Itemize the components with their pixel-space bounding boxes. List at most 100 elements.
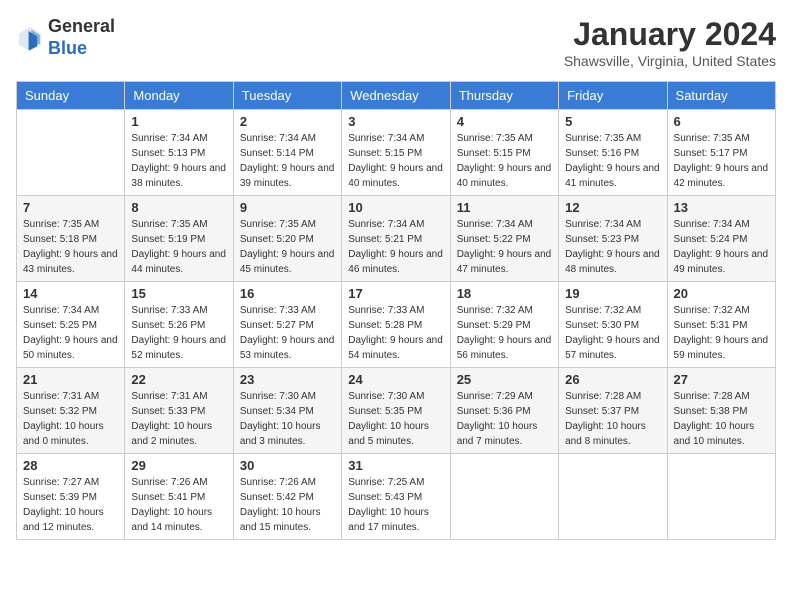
day-info: Sunrise: 7:34 AMSunset: 5:25 PMDaylight:… <box>23 305 118 361</box>
day-cell: 12 Sunrise: 7:34 AMSunset: 5:23 PMDaylig… <box>559 196 667 282</box>
day-info: Sunrise: 7:35 AMSunset: 5:19 PMDaylight:… <box>131 219 226 275</box>
month-title: January 2024 <box>564 16 776 53</box>
day-info: Sunrise: 7:32 AMSunset: 5:29 PMDaylight:… <box>457 305 552 361</box>
day-number: 25 <box>457 372 552 387</box>
day-cell: 10 Sunrise: 7:34 AMSunset: 5:21 PMDaylig… <box>342 196 450 282</box>
day-cell: 23 Sunrise: 7:30 AMSunset: 5:34 PMDaylig… <box>233 368 341 454</box>
day-info: Sunrise: 7:27 AMSunset: 5:39 PMDaylight:… <box>23 477 104 533</box>
day-number: 9 <box>240 200 335 215</box>
day-number: 15 <box>131 286 226 301</box>
day-info: Sunrise: 7:31 AMSunset: 5:32 PMDaylight:… <box>23 391 104 447</box>
day-number: 27 <box>674 372 769 387</box>
day-cell <box>17 110 125 196</box>
logo: General Blue <box>16 16 115 59</box>
day-number: 29 <box>131 458 226 473</box>
day-info: Sunrise: 7:35 AMSunset: 5:20 PMDaylight:… <box>240 219 335 275</box>
day-number: 8 <box>131 200 226 215</box>
day-header-sunday: Sunday <box>17 82 125 110</box>
day-header-friday: Friday <box>559 82 667 110</box>
day-cell: 7 Sunrise: 7:35 AMSunset: 5:18 PMDayligh… <box>17 196 125 282</box>
day-number: 14 <box>23 286 118 301</box>
day-info: Sunrise: 7:26 AMSunset: 5:42 PMDaylight:… <box>240 477 321 533</box>
day-info: Sunrise: 7:34 AMSunset: 5:14 PMDaylight:… <box>240 133 335 189</box>
day-info: Sunrise: 7:35 AMSunset: 5:18 PMDaylight:… <box>23 219 118 275</box>
week-row-5: 28 Sunrise: 7:27 AMSunset: 5:39 PMDaylig… <box>17 454 776 540</box>
day-info: Sunrise: 7:34 AMSunset: 5:22 PMDaylight:… <box>457 219 552 275</box>
day-number: 3 <box>348 114 443 129</box>
day-info: Sunrise: 7:29 AMSunset: 5:36 PMDaylight:… <box>457 391 538 447</box>
day-cell: 14 Sunrise: 7:34 AMSunset: 5:25 PMDaylig… <box>17 282 125 368</box>
day-cell: 13 Sunrise: 7:34 AMSunset: 5:24 PMDaylig… <box>667 196 775 282</box>
day-number: 26 <box>565 372 660 387</box>
day-cell: 6 Sunrise: 7:35 AMSunset: 5:17 PMDayligh… <box>667 110 775 196</box>
day-number: 24 <box>348 372 443 387</box>
day-cell: 4 Sunrise: 7:35 AMSunset: 5:15 PMDayligh… <box>450 110 558 196</box>
logo-icon <box>16 24 44 52</box>
day-cell: 19 Sunrise: 7:32 AMSunset: 5:30 PMDaylig… <box>559 282 667 368</box>
week-row-1: 1 Sunrise: 7:34 AMSunset: 5:13 PMDayligh… <box>17 110 776 196</box>
day-cell: 8 Sunrise: 7:35 AMSunset: 5:19 PMDayligh… <box>125 196 233 282</box>
day-cell: 16 Sunrise: 7:33 AMSunset: 5:27 PMDaylig… <box>233 282 341 368</box>
day-cell: 27 Sunrise: 7:28 AMSunset: 5:38 PMDaylig… <box>667 368 775 454</box>
day-cell: 20 Sunrise: 7:32 AMSunset: 5:31 PMDaylig… <box>667 282 775 368</box>
day-cell: 18 Sunrise: 7:32 AMSunset: 5:29 PMDaylig… <box>450 282 558 368</box>
day-info: Sunrise: 7:31 AMSunset: 5:33 PMDaylight:… <box>131 391 212 447</box>
day-number: 16 <box>240 286 335 301</box>
day-cell: 30 Sunrise: 7:26 AMSunset: 5:42 PMDaylig… <box>233 454 341 540</box>
day-info: Sunrise: 7:35 AMSunset: 5:16 PMDaylight:… <box>565 133 660 189</box>
day-number: 4 <box>457 114 552 129</box>
day-number: 21 <box>23 372 118 387</box>
day-cell: 21 Sunrise: 7:31 AMSunset: 5:32 PMDaylig… <box>17 368 125 454</box>
day-info: Sunrise: 7:28 AMSunset: 5:37 PMDaylight:… <box>565 391 646 447</box>
day-info: Sunrise: 7:34 AMSunset: 5:13 PMDaylight:… <box>131 133 226 189</box>
title-block: January 2024 Shawsville, Virginia, Unite… <box>564 16 776 69</box>
day-info: Sunrise: 7:26 AMSunset: 5:41 PMDaylight:… <box>131 477 212 533</box>
day-number: 31 <box>348 458 443 473</box>
page-header: General Blue January 2024 Shawsville, Vi… <box>16 16 776 69</box>
day-info: Sunrise: 7:33 AMSunset: 5:28 PMDaylight:… <box>348 305 443 361</box>
day-cell: 17 Sunrise: 7:33 AMSunset: 5:28 PMDaylig… <box>342 282 450 368</box>
day-cell: 11 Sunrise: 7:34 AMSunset: 5:22 PMDaylig… <box>450 196 558 282</box>
day-header-thursday: Thursday <box>450 82 558 110</box>
day-info: Sunrise: 7:35 AMSunset: 5:17 PMDaylight:… <box>674 133 769 189</box>
day-header-wednesday: Wednesday <box>342 82 450 110</box>
day-cell: 22 Sunrise: 7:31 AMSunset: 5:33 PMDaylig… <box>125 368 233 454</box>
day-number: 22 <box>131 372 226 387</box>
day-header-monday: Monday <box>125 82 233 110</box>
day-number: 13 <box>674 200 769 215</box>
day-number: 1 <box>131 114 226 129</box>
day-cell: 29 Sunrise: 7:26 AMSunset: 5:41 PMDaylig… <box>125 454 233 540</box>
day-cell <box>667 454 775 540</box>
day-info: Sunrise: 7:32 AMSunset: 5:30 PMDaylight:… <box>565 305 660 361</box>
day-info: Sunrise: 7:25 AMSunset: 5:43 PMDaylight:… <box>348 477 429 533</box>
day-number: 23 <box>240 372 335 387</box>
day-info: Sunrise: 7:34 AMSunset: 5:23 PMDaylight:… <box>565 219 660 275</box>
location: Shawsville, Virginia, United States <box>564 53 776 69</box>
day-cell: 28 Sunrise: 7:27 AMSunset: 5:39 PMDaylig… <box>17 454 125 540</box>
day-info: Sunrise: 7:33 AMSunset: 5:27 PMDaylight:… <box>240 305 335 361</box>
week-row-2: 7 Sunrise: 7:35 AMSunset: 5:18 PMDayligh… <box>17 196 776 282</box>
day-info: Sunrise: 7:35 AMSunset: 5:15 PMDaylight:… <box>457 133 552 189</box>
day-number: 2 <box>240 114 335 129</box>
day-cell: 3 Sunrise: 7:34 AMSunset: 5:15 PMDayligh… <box>342 110 450 196</box>
day-cell <box>450 454 558 540</box>
day-cell: 25 Sunrise: 7:29 AMSunset: 5:36 PMDaylig… <box>450 368 558 454</box>
day-cell: 5 Sunrise: 7:35 AMSunset: 5:16 PMDayligh… <box>559 110 667 196</box>
day-number: 30 <box>240 458 335 473</box>
day-header-saturday: Saturday <box>667 82 775 110</box>
day-cell: 9 Sunrise: 7:35 AMSunset: 5:20 PMDayligh… <box>233 196 341 282</box>
day-info: Sunrise: 7:34 AMSunset: 5:15 PMDaylight:… <box>348 133 443 189</box>
day-cell: 26 Sunrise: 7:28 AMSunset: 5:37 PMDaylig… <box>559 368 667 454</box>
day-cell: 1 Sunrise: 7:34 AMSunset: 5:13 PMDayligh… <box>125 110 233 196</box>
day-number: 10 <box>348 200 443 215</box>
logo-text: General Blue <box>48 16 115 59</box>
day-header-tuesday: Tuesday <box>233 82 341 110</box>
day-number: 20 <box>674 286 769 301</box>
calendar-header: SundayMondayTuesdayWednesdayThursdayFrid… <box>17 82 776 110</box>
day-number: 19 <box>565 286 660 301</box>
day-number: 28 <box>23 458 118 473</box>
day-info: Sunrise: 7:32 AMSunset: 5:31 PMDaylight:… <box>674 305 769 361</box>
week-row-4: 21 Sunrise: 7:31 AMSunset: 5:32 PMDaylig… <box>17 368 776 454</box>
day-number: 12 <box>565 200 660 215</box>
day-info: Sunrise: 7:30 AMSunset: 5:34 PMDaylight:… <box>240 391 321 447</box>
